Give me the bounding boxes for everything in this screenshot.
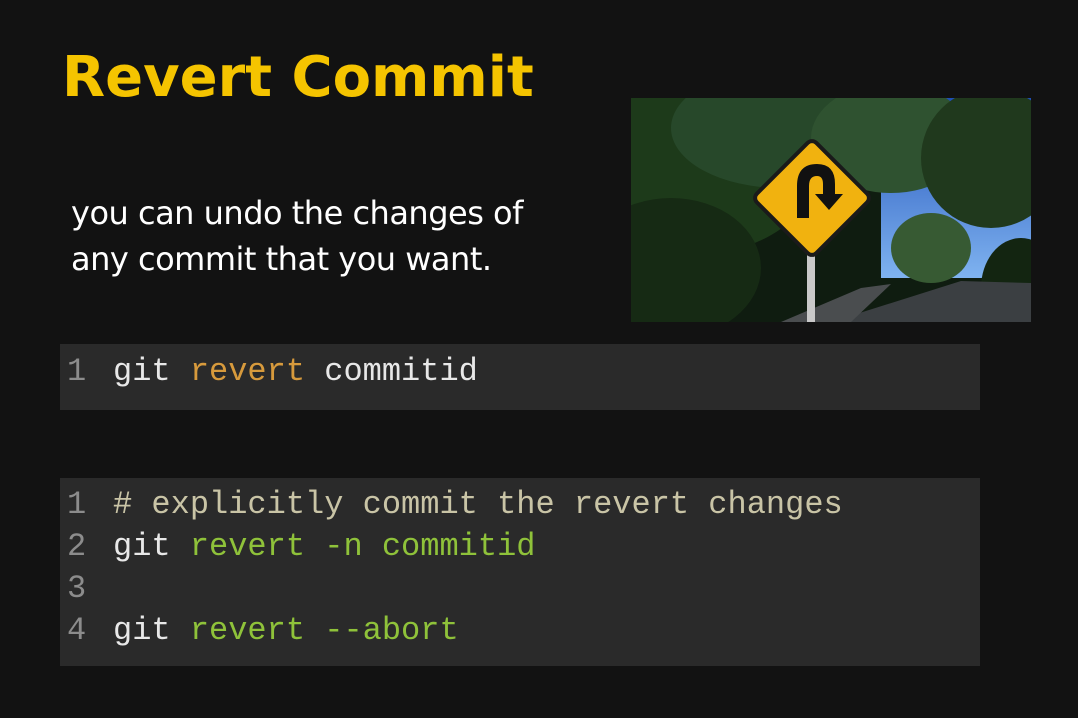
code-line: 4 git revert --abort — [67, 610, 980, 652]
code-line: 1 git revert commitid — [67, 351, 980, 393]
code-token: git — [113, 612, 190, 649]
subtitle-line-1: you can undo the changes of — [71, 194, 523, 232]
code-token-keyword: revert -n commitid — [189, 528, 536, 565]
code-token-keyword: revert — [189, 353, 306, 390]
code-token: git — [113, 528, 190, 565]
line-number: 1 — [67, 486, 87, 523]
code-token-keyword: revert --abort — [189, 612, 459, 649]
code-line: 1 # explicitly commit the revert changes — [67, 484, 980, 526]
line-number: 2 — [67, 528, 87, 565]
code-comment: # explicitly commit the revert changes — [113, 486, 843, 523]
code-token: git — [113, 353, 190, 390]
code-token: commitid — [305, 353, 478, 390]
subtitle-line-2: any commit that you want. — [71, 240, 492, 278]
code-line: 2 git revert -n commitid — [67, 526, 980, 568]
u-turn-road-sign-photo — [631, 98, 1031, 322]
code-line: 3 — [67, 568, 980, 610]
line-number: 4 — [67, 612, 87, 649]
slide-subtitle: you can undo the changes of any commit t… — [71, 190, 591, 282]
slide-title: Revert Commit — [62, 45, 534, 110]
line-number: 1 — [67, 353, 87, 390]
code-block-1: 1 git revert commitid — [60, 344, 980, 410]
code-block-2: 1 # explicitly commit the revert changes … — [60, 478, 980, 666]
line-number: 3 — [67, 570, 87, 607]
